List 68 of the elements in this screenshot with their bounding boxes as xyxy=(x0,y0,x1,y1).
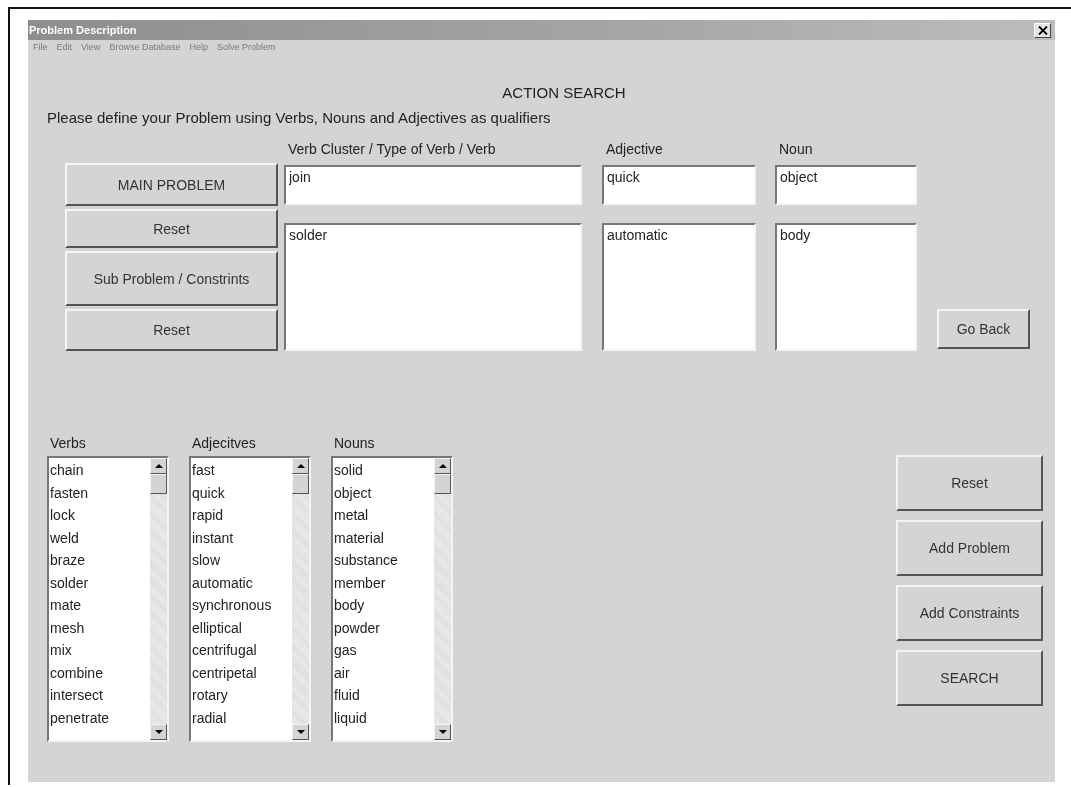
list-item[interactable]: member xyxy=(333,571,434,594)
list-item[interactable]: centripetal xyxy=(191,661,292,684)
action-button[interactable]: Add Problem xyxy=(896,520,1043,576)
go-back-button[interactable]: Go Back xyxy=(937,309,1030,349)
list-item[interactable]: braze xyxy=(49,549,150,572)
list-item[interactable]: penetrate xyxy=(49,706,150,729)
list-label: Nouns xyxy=(334,435,376,451)
column-header: Verb Cluster / Type of Verb / Verb xyxy=(287,141,497,157)
list-item[interactable]: fluid xyxy=(333,684,434,707)
list-item[interactable]: automatic xyxy=(191,571,292,594)
list-item[interactable]: instant xyxy=(191,526,292,549)
list-item[interactable]: rotary xyxy=(191,684,292,707)
input-field[interactable]: quick xyxy=(602,164,756,205)
list-item[interactable]: body xyxy=(333,594,434,617)
list-item[interactable]: mesh xyxy=(49,616,150,639)
list-item[interactable]: object xyxy=(333,481,434,504)
list-item[interactable]: mate xyxy=(49,594,150,617)
list-item[interactable]: synchronous xyxy=(191,594,292,617)
scrollbar[interactable] xyxy=(150,458,167,740)
list-box[interactable]: solid object metal material substance member body powder gas air fluid liquid xyxy=(331,456,453,742)
list-item[interactable]: combine xyxy=(49,661,150,684)
list-item[interactable]: metal xyxy=(333,504,434,527)
list-item[interactable]: solder xyxy=(49,571,150,594)
scrollbar[interactable] xyxy=(292,458,309,740)
side-button[interactable]: Sub Problem / Constrints xyxy=(65,251,278,306)
list-item[interactable]: liquid xyxy=(333,706,434,729)
column-header: Noun xyxy=(778,141,814,157)
list-item[interactable]: substance xyxy=(333,549,434,572)
heading: ACTION SEARCH xyxy=(501,84,627,101)
list-item[interactable]: fast xyxy=(191,459,292,482)
list-item[interactable]: quick xyxy=(191,481,292,504)
list-item[interactable]: radial xyxy=(191,706,292,729)
list-item[interactable]: slow xyxy=(191,549,292,572)
list-item[interactable]: intersect xyxy=(49,684,150,707)
list-item[interactable]: material xyxy=(333,526,434,549)
instruction-text: Please define your Problem using Verbs, Nouns and Adjectives as qualifiers xyxy=(47,109,552,126)
list-item[interactable]: gas xyxy=(333,639,434,662)
close-button[interactable] xyxy=(1034,22,1051,38)
list-item[interactable]: air xyxy=(333,661,434,684)
input-field[interactable]: automatic xyxy=(602,223,756,351)
list-box[interactable]: chain fasten lock weld braze solder mate mesh mix combine intersect penetrate xyxy=(47,456,169,742)
scrollbar[interactable] xyxy=(434,458,451,740)
list-box[interactable]: fast quick rapid instant slow automatic synchronous elliptical centrifugal centripetal rotary radial xyxy=(189,456,311,742)
list-item[interactable]: powder xyxy=(333,616,434,639)
input-field[interactable]: solder xyxy=(284,223,582,351)
list-item[interactable]: centrifugal xyxy=(191,639,292,662)
action-button[interactable]: Reset xyxy=(896,455,1043,511)
list-item[interactable]: weld xyxy=(49,526,150,549)
action-button[interactable]: SEARCH xyxy=(896,650,1043,706)
side-button[interactable]: Reset xyxy=(65,209,278,248)
list-item[interactable]: rapid xyxy=(191,504,292,527)
list-item[interactable]: chain xyxy=(49,459,150,482)
input-field[interactable]: body xyxy=(775,223,917,351)
side-button[interactable]: MAIN PROBLEM xyxy=(65,163,278,206)
list-item[interactable]: fasten xyxy=(49,481,150,504)
list-item[interactable]: lock xyxy=(49,504,150,527)
side-button[interactable]: Reset xyxy=(65,309,278,351)
list-item[interactable]: elliptical xyxy=(191,616,292,639)
window-title: Problem Description xyxy=(28,24,137,36)
list-label: Adjecitves xyxy=(192,435,257,451)
action-button[interactable]: Add Constraints xyxy=(896,585,1043,641)
list-item[interactable]: solid xyxy=(333,459,434,482)
close-icon xyxy=(1037,25,1048,35)
list-item[interactable]: mix xyxy=(49,639,150,662)
input-field[interactable]: object xyxy=(775,164,917,205)
column-header: Adjective xyxy=(605,141,664,157)
input-field[interactable]: join xyxy=(284,164,582,205)
list-label: Verbs xyxy=(50,435,87,451)
